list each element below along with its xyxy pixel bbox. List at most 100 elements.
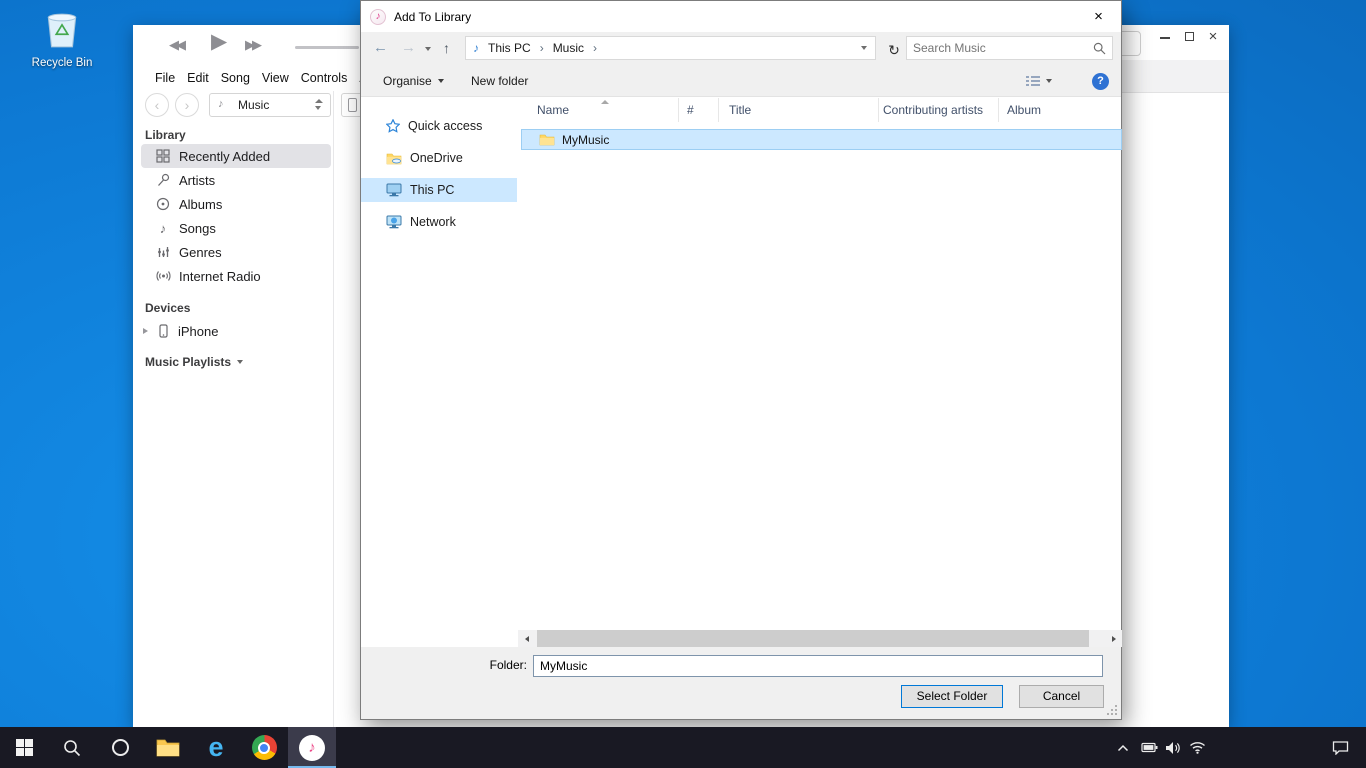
scrollbar-thumb[interactable] xyxy=(537,630,1089,647)
start-button[interactable] xyxy=(0,727,48,768)
column-header-album[interactable]: Album xyxy=(999,98,1121,122)
menu-controls[interactable]: Controls xyxy=(301,71,348,85)
hidden-icons-button[interactable] xyxy=(1110,727,1136,768)
dialog-title: Add To Library xyxy=(394,10,471,24)
sidebar-item-internet-radio[interactable]: Internet Radio xyxy=(141,264,331,288)
music-folder-icon: ♪ xyxy=(466,41,486,55)
edge-button[interactable]: e xyxy=(192,727,240,768)
sidebar-item-label: Genres xyxy=(179,245,222,260)
place-network[interactable]: Network xyxy=(361,210,517,234)
place-onedrive[interactable]: OneDrive xyxy=(361,146,517,170)
chevron-down-icon xyxy=(1046,79,1052,83)
sidebar-item-label: Artists xyxy=(179,173,215,188)
scroll-right-button[interactable] xyxy=(1105,630,1122,647)
sidebar-item-artists[interactable]: Artists xyxy=(141,168,331,192)
breadcrumb-this-pc[interactable]: This PC xyxy=(486,41,533,55)
menu-song[interactable]: Song xyxy=(221,71,250,85)
back-icon[interactable]: ← xyxy=(373,39,388,56)
column-header-name[interactable]: Name xyxy=(521,98,679,122)
volume-slider[interactable] xyxy=(295,46,359,49)
folder-icon xyxy=(539,133,555,146)
file-explorer-button[interactable] xyxy=(144,727,192,768)
chrome-button[interactable] xyxy=(240,727,288,768)
file-row-mymusic[interactable]: MyMusic xyxy=(521,129,1122,150)
dialog-close-button[interactable]: × xyxy=(1076,1,1121,32)
folder-name-input[interactable] xyxy=(533,655,1103,677)
dialog-titlebar[interactable]: ♪ Add To Library xyxy=(361,1,1121,32)
recent-locations-chevron-icon[interactable] xyxy=(425,47,431,51)
music-playlists-label: Music Playlists xyxy=(145,355,231,369)
music-note-icon: ♪ xyxy=(155,221,171,236)
select-folder-button[interactable]: Select Folder xyxy=(901,685,1003,708)
help-button[interactable]: ? xyxy=(1092,73,1109,90)
address-bar[interactable]: ♪ This PC › Music › xyxy=(465,36,876,60)
network-button[interactable] xyxy=(1184,727,1210,768)
refresh-icon[interactable]: ↻ xyxy=(882,38,906,62)
column-header-number[interactable]: # xyxy=(679,98,719,122)
breadcrumb-chevron-icon[interactable]: › xyxy=(586,41,604,55)
sidebar-item-label: Albums xyxy=(179,197,222,212)
music-playlists-header[interactable]: Music Playlists xyxy=(145,355,243,369)
fast-forward-icon[interactable]: ▶▶ xyxy=(245,37,259,53)
search-icon xyxy=(63,739,81,757)
sidebar-item-recently-added[interactable]: Recently Added xyxy=(141,144,331,168)
devices-header: Devices xyxy=(145,301,190,315)
place-label: OneDrive xyxy=(410,151,463,165)
iphone-icon xyxy=(348,98,357,112)
up-icon[interactable]: ↑ xyxy=(443,40,450,56)
volume-button[interactable] xyxy=(1160,727,1186,768)
column-header-title[interactable]: Title xyxy=(719,98,879,122)
grid-icon xyxy=(155,149,171,163)
recycle-bin[interactable]: Recycle Bin xyxy=(30,8,94,69)
itunes-forward-button[interactable]: › xyxy=(175,93,199,117)
horizontal-scrollbar[interactable] xyxy=(518,630,1122,647)
column-header-contributing-artists[interactable]: Contributing artists xyxy=(879,98,999,122)
cortana-button[interactable] xyxy=(96,727,144,768)
forward-icon[interactable]: → xyxy=(401,39,416,56)
close-icon[interactable]: × xyxy=(1203,27,1223,47)
play-icon[interactable]: ▶ xyxy=(211,29,227,54)
minimize-icon[interactable] xyxy=(1155,27,1175,47)
sidebar-item-genres[interactable]: Genres xyxy=(141,240,331,264)
taskbar-search-button[interactable] xyxy=(48,727,96,768)
expand-chevron-icon[interactable] xyxy=(143,328,148,334)
new-folder-button[interactable]: New folder xyxy=(471,65,528,97)
media-kind-select[interactable]: ♪ Music xyxy=(209,93,331,117)
sidebar-item-iphone[interactable]: iPhone xyxy=(141,319,331,343)
file-name: MyMusic xyxy=(562,133,609,147)
menu-file[interactable]: File xyxy=(155,71,175,85)
menu-view[interactable]: View xyxy=(262,71,289,85)
organise-button[interactable]: Organise xyxy=(383,65,444,97)
scroll-left-button[interactable] xyxy=(518,630,535,647)
sidebar-item-albums[interactable]: Albums xyxy=(141,192,331,216)
breadcrumb-music[interactable]: Music xyxy=(551,41,586,55)
file-explorer-icon xyxy=(156,738,180,757)
search-box[interactable] xyxy=(906,36,1113,60)
computer-icon xyxy=(386,183,402,197)
action-center-icon xyxy=(1332,740,1349,755)
cancel-button[interactable]: Cancel xyxy=(1019,685,1104,708)
itunes-taskbar-button[interactable]: ♪ xyxy=(288,727,336,768)
sidebar-item-label: iPhone xyxy=(178,324,218,339)
action-center-button[interactable] xyxy=(1318,727,1362,768)
sort-ascending-icon[interactable] xyxy=(601,100,609,104)
library-header: Library xyxy=(145,128,186,142)
sidebar-item-songs[interactable]: ♪ Songs xyxy=(141,216,331,240)
place-this-pc[interactable]: This PC xyxy=(361,178,517,202)
search-input[interactable] xyxy=(907,41,1093,55)
view-options-button[interactable] xyxy=(1025,74,1052,88)
place-label: This PC xyxy=(410,183,454,197)
menu-edit[interactable]: Edit xyxy=(187,71,209,85)
battery-icon xyxy=(1141,742,1158,753)
breadcrumb-chevron-icon[interactable]: › xyxy=(533,41,551,55)
address-dropdown-icon[interactable] xyxy=(861,46,867,50)
place-quick-access[interactable]: Quick access xyxy=(361,114,517,138)
maximize-icon[interactable] xyxy=(1179,27,1199,47)
rewind-icon[interactable]: ◀◀ xyxy=(169,37,183,53)
resize-grip-icon[interactable] xyxy=(1106,704,1118,716)
sidebar-divider xyxy=(333,91,334,727)
sidebar-item-label: Internet Radio xyxy=(179,269,261,284)
itunes-back-button[interactable]: ‹ xyxy=(145,93,169,117)
search-icon[interactable] xyxy=(1093,42,1106,55)
battery-button[interactable] xyxy=(1136,727,1162,768)
